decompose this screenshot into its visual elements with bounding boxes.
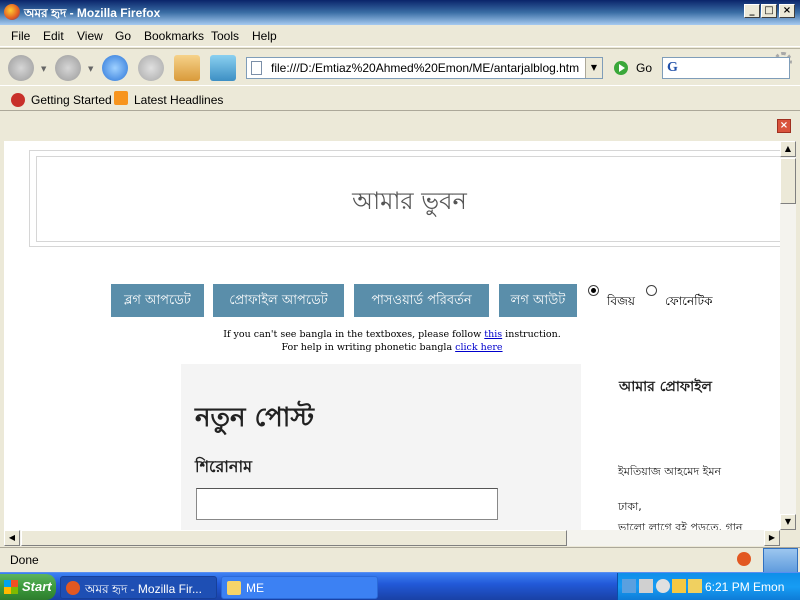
bijoy-radio[interactable] (588, 285, 599, 296)
profile-heading: আমার প্রোফাইল (619, 379, 712, 395)
scroll-right-icon[interactable]: ▶ (764, 530, 780, 546)
page-icon (251, 61, 262, 75)
taskbar-me-folder[interactable]: ME (221, 576, 378, 599)
menu-go[interactable]: Go (115, 29, 131, 43)
new-tab-icon[interactable] (210, 55, 236, 81)
tab-strip (0, 112, 800, 141)
page-content: আমার ভুবন ব্লগ আপডেট প্রোফাইল আপডেট পাসও… (4, 141, 780, 530)
forward-arrow-icon[interactable] (55, 55, 81, 81)
firefox-bookmark-icon (11, 93, 25, 107)
scroll-down-icon[interactable]: ▼ (780, 514, 796, 530)
bijoy-label: বিজয় (607, 294, 635, 308)
help-text: If you can't see bangla in the textboxes… (223, 329, 485, 340)
menu-help[interactable]: Help (252, 29, 277, 43)
phonetic-radio[interactable] (646, 285, 657, 296)
back-arrow-icon[interactable] (8, 55, 34, 81)
clock[interactable]: 6:21 PM Emon (705, 580, 784, 594)
close-tab-icon[interactable]: × (777, 119, 791, 133)
address-bar[interactable]: file:///D:/Emtiaz%20Ahmed%20Emon/ME/anta… (246, 57, 603, 79)
firefox-icon (4, 4, 20, 20)
taskbar-firefox-label: অমর হৃদ - Mozilla Fir... (85, 582, 202, 596)
close-window-button[interactable]: × (779, 4, 795, 18)
profile-interests: ভালো লাগে বই পড়তে, গান (618, 521, 743, 530)
firefox-taskbar-icon (66, 581, 80, 595)
search-box[interactable]: G (662, 57, 790, 79)
blog-update-button[interactable]: ব্লগ আপডেট (111, 284, 204, 317)
address-dropdown-icon[interactable]: ▼ (585, 58, 602, 78)
folder-icon (227, 581, 241, 595)
scroll-up-icon[interactable]: ▲ (780, 141, 796, 157)
pen-tray-icon[interactable] (688, 579, 702, 593)
reload-icon[interactable] (102, 55, 128, 81)
scroll-left-icon[interactable]: ◀ (4, 530, 20, 546)
start-button[interactable]: Start (0, 574, 56, 600)
logout-button[interactable]: লগ আউট (499, 284, 577, 317)
rss-icon (114, 91, 128, 105)
menu-view[interactable]: View (77, 29, 103, 43)
post-title-input[interactable] (196, 488, 498, 520)
language-tray-icon[interactable] (672, 579, 686, 593)
menu-edit[interactable]: Edit (43, 29, 64, 43)
back-dropdown-icon[interactable]: ▼ (41, 65, 46, 73)
go-icon[interactable] (614, 61, 628, 75)
start-label: Start (22, 579, 52, 594)
volume-tray-icon[interactable] (656, 579, 670, 593)
profile-name: ইমতিয়াজ আহমেদ ইমন (618, 465, 722, 478)
profile-city: ঢাকা, (618, 500, 642, 513)
hscroll-thumb[interactable] (21, 530, 567, 546)
instruction-link[interactable]: this (484, 329, 502, 340)
stop-icon[interactable] (138, 55, 164, 81)
navigation-toolbar: ▼ ▼ file:///D:/Emtiaz%20Ahmed%20Emon/ME/… (0, 48, 800, 86)
status-firefox-icon (737, 552, 751, 566)
blog-title: আমার ভুবন (352, 187, 467, 215)
help-text-end: instruction. (502, 329, 561, 340)
url-text[interactable]: file:///D:/Emtiaz%20Ahmed%20Emon/ME/anta… (271, 61, 579, 75)
profile-update-button[interactable]: প্রোফাইল আপডেট (213, 284, 344, 317)
bookmark-getting-started[interactable]: Getting Started (31, 93, 112, 107)
phonetic-label: ফোনেটিক (665, 294, 713, 308)
forward-dropdown-icon[interactable]: ▼ (88, 65, 93, 73)
menu-file[interactable]: File (11, 29, 30, 43)
menu-bookmarks[interactable]: Bookmarks (144, 29, 204, 43)
windows-logo-icon (4, 580, 18, 594)
vertical-scrollbar[interactable]: ▲ ▼ (780, 141, 796, 530)
bookmark-latest-headlines[interactable]: Latest Headlines (134, 93, 223, 107)
window-title: অমর হৃদ - Mozilla Firefox (24, 6, 161, 20)
taskbar-firefox-window[interactable]: অমর হৃদ - Mozilla Fir... (60, 576, 217, 599)
phonetic-help-line: For help in writing phonetic bangla clic… (4, 342, 780, 353)
phonetic-help-text: For help in writing phonetic bangla (281, 342, 456, 353)
menu-tools[interactable]: Tools (211, 29, 239, 43)
title-label: শিরোনাম (195, 457, 252, 476)
horizontal-scrollbar[interactable]: ◀ ▶ (4, 530, 780, 546)
click-here-link[interactable]: click here (455, 342, 502, 353)
windows-taskbar: Start অমর হৃদ - Mozilla Fir... ME 6:21 P… (0, 572, 800, 600)
new-post-panel: নতুন পোস্ট শিরোনাম (181, 364, 581, 530)
blog-banner: আমার ভুবন (29, 150, 780, 247)
status-bar: Done (0, 547, 800, 580)
home-icon[interactable] (174, 55, 200, 81)
password-change-button[interactable]: পাসওয়ার্ড পরিবর্তন (354, 284, 489, 317)
system-tray: 6:21 PM Emon (617, 573, 800, 600)
status-text: Done (10, 553, 39, 567)
bookmarks-toolbar: Getting Started Latest Headlines (0, 87, 800, 111)
bangla-help-line: If you can't see bangla in the textboxes… (4, 329, 780, 340)
go-button[interactable]: Go (636, 61, 652, 75)
network-tray-icon[interactable] (622, 579, 636, 593)
taskbar-me-label: ME (246, 581, 264, 595)
computer-tray-icon[interactable] (639, 579, 653, 593)
minimize-button[interactable]: _ (744, 4, 760, 18)
new-post-heading: নতুন পোস্ট (195, 403, 314, 433)
maximize-button[interactable]: □ (761, 4, 777, 18)
menu-bar: File Edit View Go Bookmarks Tools Help (0, 25, 800, 70)
scroll-thumb[interactable] (780, 158, 796, 204)
search-engine-icon[interactable]: G (667, 60, 678, 76)
banner-inner: আমার ভুবন (36, 156, 780, 242)
window-title-bar[interactable]: অমর হৃদ - Mozilla Firefox _ □ × (0, 0, 800, 25)
